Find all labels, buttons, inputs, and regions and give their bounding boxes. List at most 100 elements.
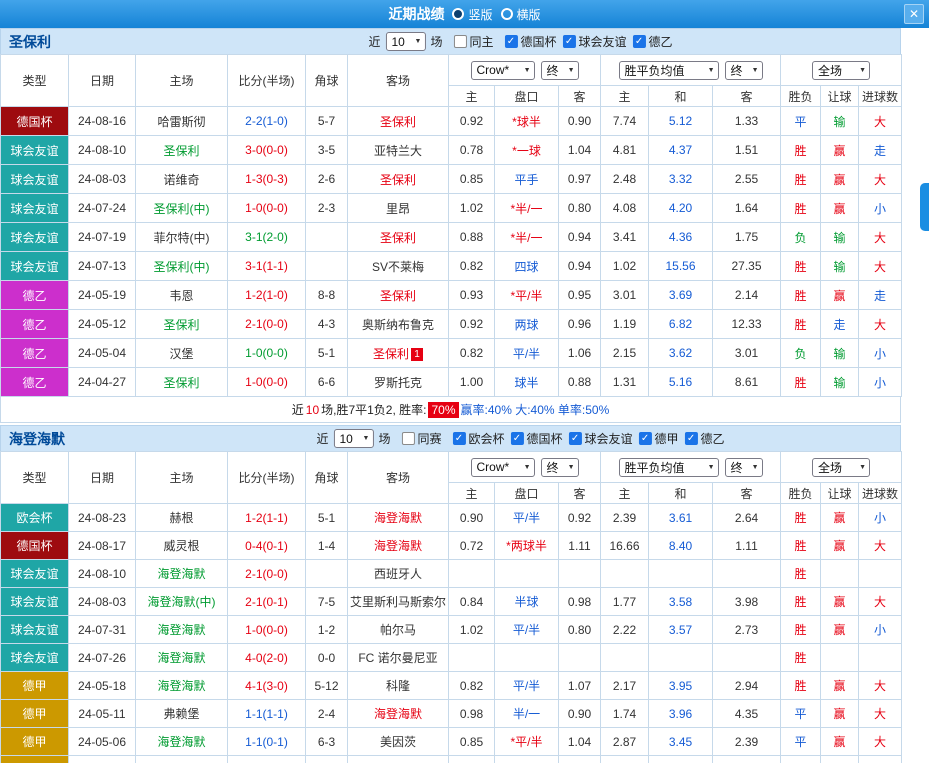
scope-select-value: 全场: [818, 62, 842, 79]
odds-home-cell: [449, 560, 495, 588]
avg-draw-cell: 3.96: [649, 700, 713, 728]
odds-home-cell: [449, 644, 495, 672]
avg-draw-cell: 4.36: [649, 223, 713, 252]
red-card-badge: 1: [411, 348, 423, 361]
section-heidenheim: 海登海默 近 10 ▼ 场 同赛 ✓欧会杯 ✓德国杯 ✓球会友谊 ✓德甲 ✓德乙: [0, 425, 929, 763]
sub-col-odds-home: 主: [449, 483, 495, 504]
goals-result-cell: 小: [859, 368, 902, 397]
match-row: 球会友谊24-08-10海登海默2-1(0-0)西班牙人胜: [1, 560, 902, 588]
result-cell: 胜: [781, 368, 821, 397]
home-team-cell: 菲尔特(中): [136, 223, 228, 252]
avg-select[interactable]: 胜平负均值 ▼: [619, 458, 719, 477]
league-cell: 球会友谊: [1, 223, 69, 252]
radio-checked-icon[interactable]: [452, 8, 464, 20]
date-cell: 24-05-18: [69, 672, 136, 700]
checkbox-checked-icon[interactable]: ✓: [511, 432, 524, 445]
result-cell: 胜: [781, 504, 821, 532]
handicap-result-cell: 赢: [821, 532, 859, 560]
result-cell: 负: [781, 339, 821, 368]
checkbox-unchecked-icon[interactable]: [401, 432, 414, 445]
layout-radio-horizontal[interactable]: 横版: [501, 6, 541, 23]
league-filter[interactable]: ✓德乙: [633, 33, 673, 50]
handicap-cell: 平/半: [495, 339, 559, 368]
odds-home-cell: 0.92: [449, 107, 495, 136]
avg-draw-cell: 3.58: [649, 588, 713, 616]
goals-result-cell: 小: [859, 339, 902, 368]
layout-radio-vertical[interactable]: 竖版: [452, 6, 492, 23]
league-filter[interactable]: ✓球会友谊: [569, 430, 633, 447]
corner-cell: 2-4: [306, 700, 348, 728]
col-score: 比分(半场): [228, 452, 306, 504]
away-team-cell: 里昂: [348, 194, 449, 223]
odds-away-cell: 0.98: [559, 588, 601, 616]
result-cell: 胜: [781, 136, 821, 165]
bookmaker-select[interactable]: Crow* ▼: [471, 458, 535, 477]
corner-cell: 3-5: [306, 136, 348, 165]
checkbox-checked-icon[interactable]: ✓: [633, 35, 646, 48]
league-filter[interactable]: ✓德甲: [639, 430, 679, 447]
unit-label: 场: [378, 430, 390, 447]
away-team-name: 圣保利: [373, 347, 409, 361]
league-filter[interactable]: ✓德国杯: [505, 33, 557, 50]
avg-select[interactable]: 胜平负均值 ▼: [619, 61, 719, 80]
checkbox-checked-icon[interactable]: ✓: [639, 432, 652, 445]
score-cell: 2-1(0-0): [228, 310, 306, 339]
avg-home-cell: 4.08: [601, 194, 649, 223]
odds-away-cell: 0.90: [559, 700, 601, 728]
checkbox-checked-icon[interactable]: ✓: [452, 432, 465, 445]
odds-home-cell: 0.90: [449, 504, 495, 532]
date-cell: 24-07-13: [69, 252, 136, 281]
checkbox-checked-icon[interactable]: ✓: [563, 35, 576, 48]
match-row: 德甲24-05-06海登海默1-1(0-1)6-3美因茨0.85*平/半1.04…: [1, 728, 902, 756]
match-count-value: 10: [391, 35, 404, 49]
scope-select[interactable]: 全场 ▼: [812, 61, 870, 80]
corner-cell: 5-12: [306, 672, 348, 700]
odds-away-cell: 0.95: [559, 281, 601, 310]
away-team-name: 海登海默: [374, 511, 422, 525]
same-competition-filter[interactable]: 同赛: [401, 430, 441, 447]
result-cell: 胜: [781, 281, 821, 310]
league-filter[interactable]: ✓德乙: [685, 430, 725, 447]
match-count-select[interactable]: 10 ▼: [333, 429, 373, 448]
bookmaker-select[interactable]: Crow* ▼: [471, 61, 535, 80]
close-button[interactable]: ✕: [904, 4, 924, 24]
odds-home-cell: 0.96: [449, 756, 495, 763]
unit-label: 场: [430, 33, 442, 50]
handicap-cell: *半/一: [495, 223, 559, 252]
league-filter[interactable]: ✓欧会杯: [452, 430, 504, 447]
avg-draw-cell: 3.65: [649, 756, 713, 763]
handicap-cell: 四球: [495, 252, 559, 281]
date-cell: 24-08-17: [69, 532, 136, 560]
home-team-cell: 圣保利: [136, 310, 228, 339]
score-cell: 2-2(1-0): [228, 107, 306, 136]
odds-home-cell: 0.82: [449, 672, 495, 700]
avg-draw-cell: 4.37: [649, 136, 713, 165]
home-team-cell: 威灵根: [136, 532, 228, 560]
side-panel-handle[interactable]: [920, 183, 929, 231]
odds-final-select[interactable]: 终 ▼: [541, 458, 579, 477]
odds-away-cell: 1.06: [559, 339, 601, 368]
checkbox-checked-icon[interactable]: ✓: [685, 432, 698, 445]
handicap-result-cell: 赢: [821, 136, 859, 165]
same-venue-filter[interactable]: 同主: [453, 33, 493, 50]
checkbox-checked-icon[interactable]: ✓: [505, 35, 518, 48]
match-row: 德乙24-05-12圣保利2-1(0-0)4-3奥斯纳布鲁克0.92两球0.96…: [1, 310, 902, 339]
league-filter[interactable]: ✓球会友谊: [563, 33, 627, 50]
odds-header-cell: Crow* ▼ 终 ▼: [449, 55, 601, 86]
odds-away-cell: [559, 644, 601, 672]
goals-result-cell: 大: [859, 588, 902, 616]
radio-unchecked-icon[interactable]: [501, 8, 513, 20]
avg-final-select[interactable]: 终 ▼: [725, 61, 763, 80]
odds-final-select[interactable]: 终 ▼: [541, 61, 579, 80]
avg-home-cell: 7.74: [601, 107, 649, 136]
league-filter[interactable]: ✓德国杯: [511, 430, 563, 447]
match-count-select[interactable]: 10 ▼: [385, 32, 425, 51]
avg-home-cell: 1.77: [601, 588, 649, 616]
scope-select[interactable]: 全场 ▼: [812, 458, 870, 477]
near-label: 近: [316, 430, 328, 447]
checkbox-unchecked-icon[interactable]: [453, 35, 466, 48]
handicap-cell: *一球: [495, 136, 559, 165]
odds-home-cell: 0.72: [449, 532, 495, 560]
checkbox-checked-icon[interactable]: ✓: [569, 432, 582, 445]
avg-final-select[interactable]: 终 ▼: [725, 458, 763, 477]
